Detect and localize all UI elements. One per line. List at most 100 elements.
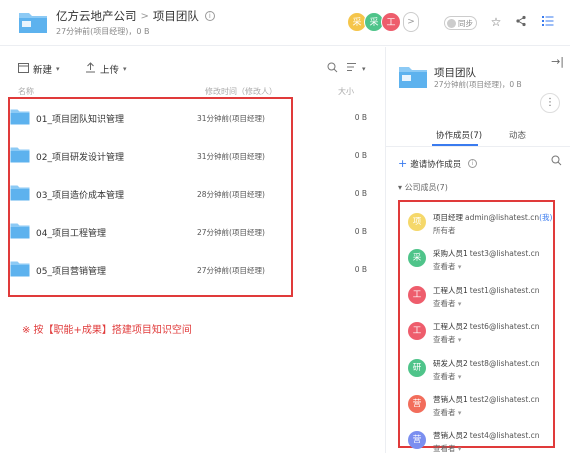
- avatar: 项: [408, 213, 426, 231]
- avatar: 研: [408, 359, 426, 377]
- member-display-name: 营销人员1: [433, 395, 468, 404]
- member-role: 查看者: [433, 262, 456, 271]
- folder-icon: [19, 13, 47, 33]
- folder-icon: [10, 261, 30, 277]
- member-group-header[interactable]: ▾ 公司成员(7): [398, 182, 448, 193]
- member-item[interactable]: 工工程人员1 test1@lishatest.cn 查看者 ▾: [400, 281, 553, 315]
- list-view-icon[interactable]: [541, 15, 555, 29]
- member-role-select[interactable]: 所有者: [433, 225, 456, 236]
- avatar: 工: [408, 322, 426, 340]
- avatar: 采: [408, 249, 426, 267]
- info-icon[interactable]: i: [468, 159, 478, 168]
- member-role-select[interactable]: 查看者 ▾: [433, 371, 461, 382]
- member-role-select[interactable]: 查看者 ▾: [433, 334, 461, 345]
- sort-button[interactable]: ▾: [347, 62, 366, 75]
- file-name[interactable]: 04_项目工程管理: [36, 226, 106, 239]
- member-display-name: 工程人员1: [433, 286, 468, 295]
- column-header-size[interactable]: 大小: [338, 86, 354, 97]
- file-modified: 27分钟前(项目经理): [197, 266, 265, 275]
- breadcrumb-root[interactable]: 亿方云地产公司: [56, 8, 137, 24]
- search-button[interactable]: [327, 62, 338, 76]
- details-panel: →| 项目团队 27分钟前(项目经理)，0 B ⋮ 协作成员(7) 动态 + 邀…: [385, 47, 570, 453]
- member-display-name: 项目经理: [433, 213, 463, 222]
- folder-icon: [399, 67, 427, 88]
- file-row[interactable]: 01_项目团队知识管理 31分钟前(项目经理) 0 B: [0, 100, 377, 138]
- divider: [386, 146, 570, 147]
- chevron-down-icon: ▾: [457, 300, 462, 308]
- invite-members-button[interactable]: + 邀请协作成员 i: [398, 157, 478, 170]
- file-row[interactable]: 03_项目造价成本管理 28分钟前(项目经理) 0 B: [0, 176, 377, 214]
- file-modified: 31分钟前(项目经理): [197, 114, 265, 123]
- star-icon[interactable]: ☆: [489, 15, 503, 29]
- tab-activity[interactable]: 动态: [509, 129, 526, 141]
- collaborator-avatars[interactable]: 采 采 工 >: [347, 12, 419, 32]
- chevron-down-icon: ▾: [56, 65, 60, 73]
- member-name: 研发人员2 test8@lishatest.cn: [433, 358, 540, 369]
- member-item[interactable]: 营营销人员1 test2@lishatest.cn 查看者 ▾: [400, 390, 553, 424]
- member-role: 查看者: [433, 372, 456, 381]
- member-email: test6@lishatest.cn: [469, 322, 540, 331]
- file-size: 0 B: [354, 265, 367, 274]
- breadcrumb-current: 项目团队: [152, 9, 199, 23]
- search-icon[interactable]: [551, 155, 562, 169]
- member-email: test2@lishatest.cn: [469, 395, 540, 404]
- member-role-select[interactable]: 查看者 ▾: [433, 407, 461, 418]
- chevron-down-icon: ▾: [123, 65, 127, 73]
- member-item[interactable]: 营营销人员2 test4@lishatest.cn 查看者 ▾: [400, 426, 553, 453]
- file-row[interactable]: 02_项目研发设计管理 31分钟前(项目经理) 0 B: [0, 138, 377, 176]
- member-email: admin@lishatest.cn: [465, 213, 540, 222]
- file-name[interactable]: 01_项目团队知识管理: [36, 112, 124, 125]
- member-role-select[interactable]: 查看者 ▾: [433, 261, 461, 272]
- folder-icon: [10, 109, 30, 125]
- sync-label: 同步: [458, 18, 473, 28]
- folder-icon: [10, 185, 30, 201]
- new-label: 新建: [33, 65, 53, 76]
- folder-icon: [10, 223, 30, 239]
- file-name[interactable]: 03_项目造价成本管理: [36, 188, 124, 201]
- upload-button[interactable]: 上传 ▾: [85, 62, 127, 76]
- member-email: test4@lishatest.cn: [469, 431, 540, 440]
- new-button[interactable]: 新建 ▾: [18, 62, 60, 76]
- file-row[interactable]: 05_项目营销管理 27分钟前(项目经理) 0 B: [0, 252, 377, 290]
- invite-label: 邀请协作成员: [410, 159, 462, 170]
- member-name: 营销人员2 test4@lishatest.cn: [433, 430, 540, 441]
- tab-members[interactable]: 协作成员(7): [436, 129, 482, 141]
- avatar: 工: [408, 286, 426, 304]
- member-role-select[interactable]: 查看者 ▾: [433, 298, 461, 309]
- member-role: 查看者: [433, 335, 456, 344]
- file-name[interactable]: 05_项目营销管理: [36, 264, 106, 277]
- member-name: 营销人员1 test2@lishatest.cn: [433, 394, 540, 405]
- member-role: 查看者: [433, 299, 456, 308]
- file-modified: 27分钟前(项目经理): [197, 228, 265, 237]
- file-row[interactable]: 04_项目工程管理 27分钟前(项目经理) 0 B: [0, 214, 377, 252]
- more-avatars-button[interactable]: >: [403, 12, 419, 32]
- member-item[interactable]: 研研发人员2 test8@lishatest.cn 查看者 ▾: [400, 354, 553, 388]
- file-name[interactable]: 02_项目研发设计管理: [36, 150, 124, 163]
- member-role-select[interactable]: 查看者 ▾: [433, 443, 461, 453]
- file-size: 0 B: [354, 151, 367, 160]
- avatar[interactable]: 工: [381, 12, 401, 32]
- group-label: 公司成员(7): [404, 183, 448, 192]
- breadcrumb-separator: >: [140, 10, 149, 22]
- info-icon[interactable]: i: [204, 11, 215, 21]
- member-item[interactable]: 项项目经理 admin@lishatest.cn(我) 所有者: [400, 208, 553, 242]
- member-item[interactable]: 采采购人员1 test3@lishatest.cn 查看者 ▾: [400, 244, 553, 278]
- share-icon[interactable]: [514, 15, 528, 29]
- file-size: 0 B: [354, 189, 367, 198]
- self-marker: (我): [539, 213, 553, 222]
- avatar: 营: [408, 431, 426, 449]
- member-role: 查看者: [433, 444, 456, 453]
- collapse-panel-icon[interactable]: →|: [551, 55, 564, 68]
- sync-toggle[interactable]: 同步: [444, 16, 477, 30]
- folder-icon: [10, 147, 30, 163]
- column-header-modified[interactable]: 修改时间（修改人）: [205, 86, 277, 97]
- file-toolbar: 新建 ▾ 上传 ▾ ▾: [0, 56, 385, 82]
- panel-meta: 27分钟前(项目经理)，0 B: [434, 80, 522, 89]
- member-item[interactable]: 工工程人员2 test6@lishatest.cn 查看者 ▾: [400, 317, 553, 351]
- column-header-name[interactable]: 名称: [18, 86, 34, 97]
- folder-meta: 27分钟前(项目经理)，0 B: [56, 27, 150, 36]
- more-options-button[interactable]: ⋮: [540, 93, 560, 113]
- member-display-name: 营销人员2: [433, 431, 468, 440]
- member-display-name: 研发人员2: [433, 359, 468, 368]
- member-name: 工程人员1 test1@lishatest.cn: [433, 285, 540, 296]
